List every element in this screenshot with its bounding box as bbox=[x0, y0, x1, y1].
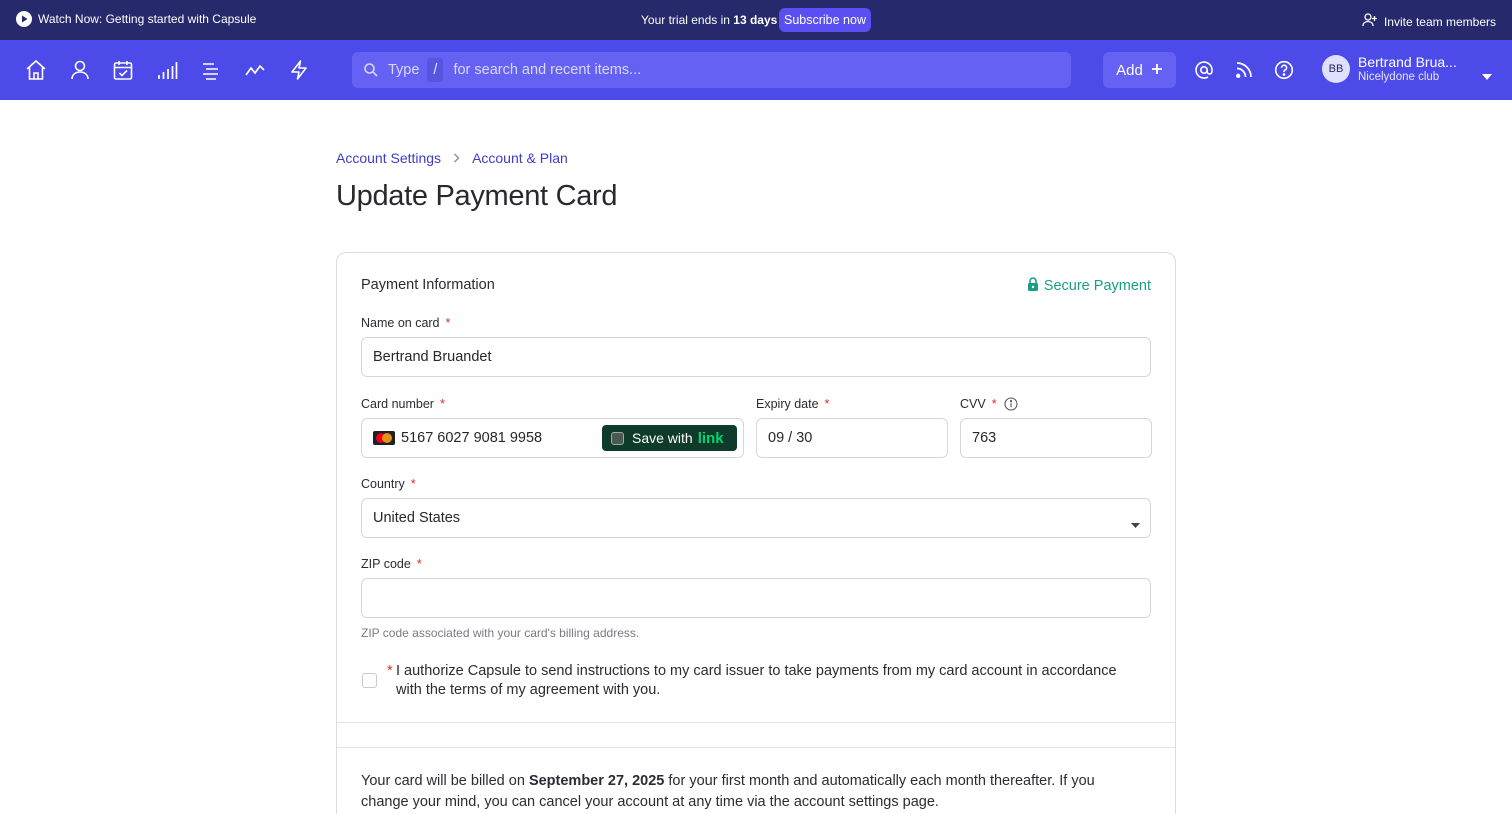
user-details: Bertrand Brua... Nicelydone club bbox=[1358, 54, 1457, 84]
card-number-value: 5167 6027 9081 9958 bbox=[401, 430, 543, 446]
search-input[interactable]: Type / for search and recent items... bbox=[352, 52, 1071, 88]
card-number-field[interactable]: 5167 6027 9081 9958 Save with link bbox=[361, 418, 744, 458]
required-mark: * bbox=[445, 316, 451, 330]
list-icon[interactable] bbox=[199, 58, 223, 82]
save-with-link-checkbox[interactable] bbox=[611, 431, 624, 445]
rss-icon[interactable] bbox=[1232, 58, 1256, 82]
bar-chart-icon[interactable] bbox=[155, 58, 179, 82]
user-name: Bertrand Brua... bbox=[1358, 54, 1457, 70]
cvv-field[interactable]: 763 bbox=[960, 418, 1152, 458]
country-select[interactable]: United States bbox=[361, 498, 1151, 538]
subscribe-button[interactable]: Subscribe now bbox=[779, 8, 871, 32]
save-with-link-button[interactable]: Save with link bbox=[602, 425, 737, 451]
search-hint-before: Type bbox=[388, 62, 420, 78]
plus-icon bbox=[1151, 62, 1163, 79]
trial-prefix: Your trial ends in bbox=[641, 13, 730, 27]
chevron-right-icon bbox=[453, 153, 460, 163]
expiry-date-value: 09 / 30 bbox=[768, 430, 813, 446]
billing-date: September 27, 2025 bbox=[528, 773, 665, 789]
avatar: BB bbox=[1322, 55, 1350, 83]
authorize-checkbox[interactable] bbox=[362, 673, 377, 688]
name-on-card-value: Bertrand Bruandet bbox=[373, 349, 492, 365]
required-mark: * bbox=[824, 397, 830, 411]
save-with-label: Save with bbox=[632, 430, 693, 446]
country-label-text: Country bbox=[361, 477, 405, 491]
divider bbox=[337, 747, 1175, 748]
trend-line-icon[interactable] bbox=[243, 58, 267, 82]
expiry-date-field[interactable]: 09 / 30 bbox=[756, 418, 948, 458]
zip-code-label-text: ZIP code bbox=[361, 557, 411, 571]
mastercard-icon bbox=[373, 431, 395, 445]
payment-form-card: Payment Information Secure Payment Name … bbox=[336, 252, 1176, 814]
breadcrumb-account-plan[interactable]: Account & Plan bbox=[472, 150, 568, 166]
lightning-icon[interactable] bbox=[287, 58, 311, 82]
card-number-label: Card number * bbox=[361, 397, 445, 411]
home-icon[interactable] bbox=[24, 58, 48, 82]
country-value: United States bbox=[373, 510, 461, 526]
info-icon[interactable] bbox=[1004, 397, 1018, 411]
name-on-card-label: Name on card * bbox=[361, 316, 450, 330]
secure-payment-badge: Secure Payment bbox=[1027, 277, 1151, 295]
invite-team-button[interactable]: Invite team members bbox=[1362, 12, 1496, 31]
breadcrumb: Account Settings Account & Plan bbox=[336, 150, 568, 166]
trial-banner: Watch Now: Getting started with Capsule … bbox=[0, 0, 1512, 40]
search-shortcut-key: / bbox=[427, 58, 444, 82]
help-icon[interactable] bbox=[1272, 58, 1296, 82]
person-icon[interactable] bbox=[68, 58, 92, 82]
link-logo: link bbox=[697, 429, 724, 447]
trial-days: 13 days bbox=[733, 13, 778, 27]
cvv-label: CVV * bbox=[960, 397, 1018, 411]
play-icon bbox=[16, 11, 32, 27]
card-number-label-text: Card number bbox=[361, 397, 434, 411]
page-title: Update Payment Card bbox=[336, 180, 618, 212]
expiry-date-label-text: Expiry date bbox=[756, 397, 819, 411]
search-hint-after: for search and recent items... bbox=[453, 62, 642, 78]
lock-icon bbox=[1027, 277, 1039, 295]
section-title: Payment Information bbox=[361, 277, 495, 293]
required-mark: * bbox=[991, 397, 997, 411]
watch-now-link[interactable]: Watch Now: Getting started with Capsule bbox=[16, 11, 256, 27]
chevron-down-icon bbox=[1482, 67, 1492, 85]
user-menu[interactable]: BB Bertrand Brua... Nicelydone club bbox=[1322, 54, 1492, 84]
cvv-value: 763 bbox=[972, 430, 997, 446]
required-mark: * bbox=[410, 477, 416, 491]
chevron-down-icon bbox=[1131, 516, 1140, 532]
watch-now-label: Watch Now: Getting started with Capsule bbox=[38, 12, 257, 26]
add-button[interactable]: Add bbox=[1103, 52, 1176, 88]
authorization-row: * I authorize Capsule to send instructio… bbox=[361, 662, 1141, 700]
name-on-card-label-text: Name on card bbox=[361, 316, 440, 330]
cvv-label-text: CVV bbox=[960, 397, 986, 411]
authorize-text: I authorize Capsule to send instructions… bbox=[396, 663, 1117, 698]
add-label: Add bbox=[1116, 61, 1143, 79]
search-icon bbox=[363, 62, 379, 78]
add-user-icon bbox=[1362, 12, 1378, 31]
calendar-check-icon[interactable] bbox=[111, 58, 135, 82]
required-mark: * bbox=[439, 397, 445, 411]
zip-code-hint: ZIP code associated with your card's bil… bbox=[361, 626, 640, 640]
required-mark: * bbox=[416, 557, 422, 571]
zip-code-label: ZIP code * bbox=[361, 557, 422, 571]
breadcrumb-account-settings[interactable]: Account Settings bbox=[336, 150, 441, 166]
invite-label: Invite team members bbox=[1383, 14, 1496, 29]
required-mark: * bbox=[387, 663, 393, 679]
main-nav: Type / for search and recent items... Ad… bbox=[0, 40, 1512, 100]
billing-notice: Your card will be billed on September 27… bbox=[361, 771, 1141, 813]
billing-prefix: Your card will be billed on bbox=[361, 773, 525, 789]
trial-notice: Your trial ends in 13 days bbox=[641, 13, 777, 27]
expiry-date-label: Expiry date * bbox=[756, 397, 829, 411]
zip-code-field[interactable] bbox=[361, 578, 1151, 618]
country-label: Country * bbox=[361, 477, 416, 491]
divider bbox=[337, 722, 1175, 723]
user-org: Nicelydone club bbox=[1358, 71, 1440, 83]
secure-payment-label: Secure Payment bbox=[1043, 278, 1151, 294]
name-on-card-field[interactable]: Bertrand Bruandet bbox=[361, 337, 1151, 377]
at-icon[interactable] bbox=[1192, 58, 1216, 82]
